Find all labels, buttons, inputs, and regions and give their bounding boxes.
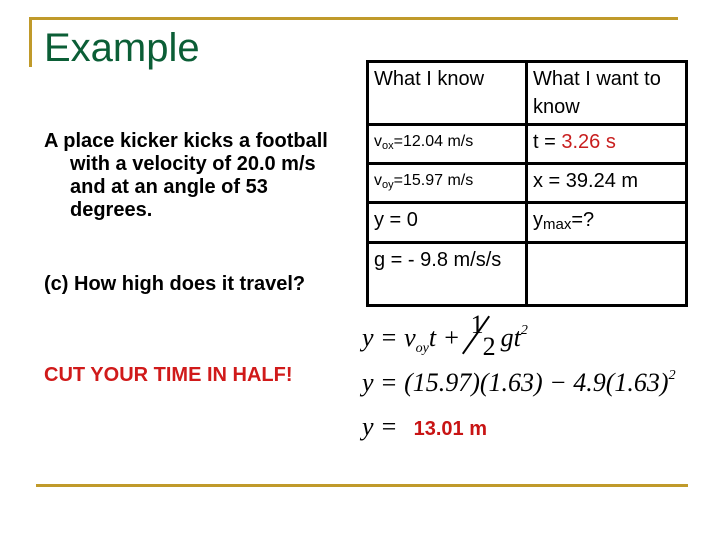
bottom-rule bbox=[36, 484, 688, 487]
left-rule bbox=[29, 17, 32, 67]
question-text: (c) How high does it travel? bbox=[44, 273, 306, 295]
eq-lhs: y = v bbox=[362, 323, 416, 352]
want-x: x = 39.24 m bbox=[525, 162, 688, 204]
exponent: 2 bbox=[520, 323, 528, 338]
known-g: g = - 9.8 m/s/s bbox=[366, 241, 528, 307]
table-row: voy=15.97 m/s x = 39.24 m bbox=[366, 162, 688, 204]
slide-title: Example bbox=[44, 26, 200, 70]
value: =12.04 m/s bbox=[393, 133, 474, 150]
table-header-row: What I know What I want to know bbox=[366, 60, 688, 126]
known-vox: vox=12.04 m/s bbox=[366, 123, 528, 165]
hint-text: CUT YOUR TIME IN HALF! bbox=[44, 364, 293, 386]
want-empty bbox=[525, 241, 688, 307]
question: (c) How high does it travel? bbox=[44, 273, 344, 296]
table-row: g = - 9.8 m/s/s bbox=[366, 241, 688, 307]
header-want: What I want to know bbox=[525, 60, 688, 126]
eq-rhs: gt bbox=[500, 323, 521, 352]
value: =? bbox=[571, 209, 595, 231]
problem-statement: A place kicker kicks a football with a v… bbox=[44, 130, 344, 222]
subscript: max bbox=[543, 216, 572, 233]
time-value: 3.26 s bbox=[561, 131, 616, 153]
answer-value: 13.01 m bbox=[413, 418, 487, 440]
want-time: t = 3.26 s bbox=[525, 123, 688, 165]
known-voy: voy=15.97 m/s bbox=[366, 162, 528, 204]
var: y bbox=[533, 209, 543, 231]
fraction-half: 12 bbox=[461, 310, 501, 361]
var: v bbox=[374, 172, 382, 189]
header-known: What I know bbox=[366, 60, 528, 126]
equation-general: y = voyt + 1 2 gt2 bbox=[362, 310, 528, 361]
label: t = bbox=[533, 131, 562, 153]
var: v bbox=[374, 133, 382, 150]
problem-text: A place kicker kicks a football with a v… bbox=[44, 130, 328, 221]
eq-mid: t + bbox=[428, 323, 467, 352]
equation-substituted: y = (15.97)(1.63) − 4.9(1.63)2 bbox=[362, 368, 676, 398]
knowns-table: What I know What I want to know vox=12.0… bbox=[366, 60, 688, 307]
top-rule bbox=[29, 17, 678, 20]
exponent: 2 bbox=[668, 368, 676, 383]
known-y: y = 0 bbox=[366, 201, 528, 244]
subscript: oy bbox=[382, 179, 394, 191]
eq-text: y = (15.97)(1.63) − 4.9(1.63) bbox=[362, 368, 669, 397]
eq-subscript: oy bbox=[415, 341, 429, 356]
table-row: y = 0 ymax=? bbox=[366, 201, 688, 244]
value: =15.97 m/s bbox=[393, 172, 474, 189]
want-ymax: ymax=? bbox=[525, 201, 688, 244]
subscript: ox bbox=[382, 140, 394, 152]
denominator: 2 bbox=[482, 332, 496, 361]
table-row: vox=12.04 m/s t = 3.26 s bbox=[366, 123, 688, 165]
eq-lhs: y = bbox=[362, 412, 398, 441]
equation-result: y = 13.01 m bbox=[362, 412, 487, 442]
